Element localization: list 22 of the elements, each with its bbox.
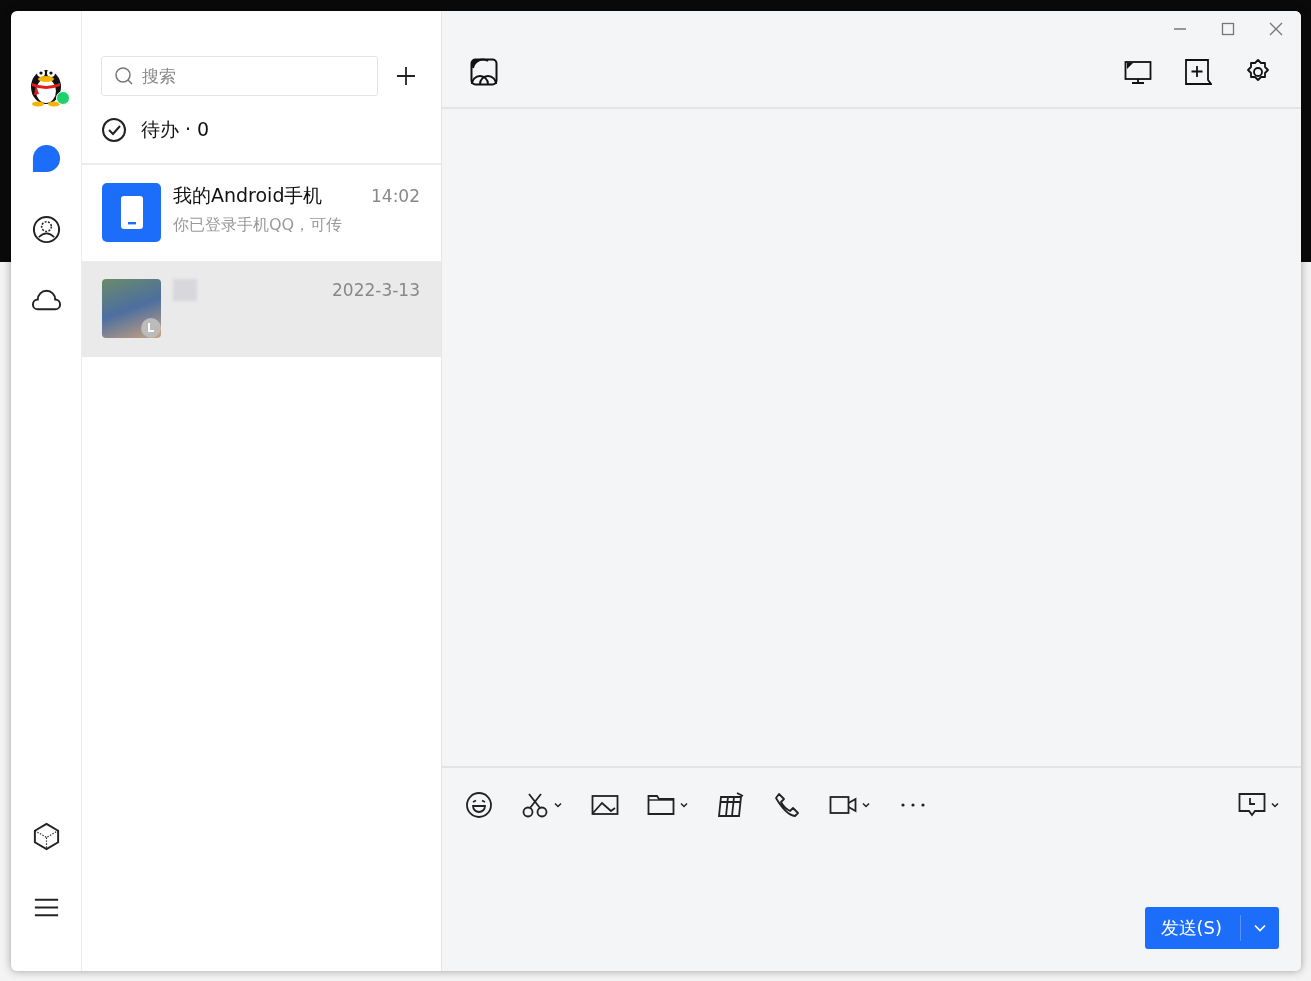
gift-box-icon[interactable] bbox=[717, 790, 745, 819]
add-member-icon[interactable] bbox=[1184, 57, 1212, 86]
conversation-time: 14:02 bbox=[371, 186, 420, 206]
phone-avatar-icon bbox=[102, 183, 161, 242]
clock-badge-icon bbox=[141, 318, 161, 338]
emoji-icon[interactable] bbox=[465, 790, 493, 819]
phone-icon[interactable] bbox=[773, 790, 801, 819]
conversation-time: 2022-3-13 bbox=[332, 280, 420, 300]
photo-placeholder bbox=[102, 279, 161, 338]
conversation-name: 我的Android手机 bbox=[173, 183, 323, 208]
message-preview: 你已登录手机QQ，可传 bbox=[173, 215, 344, 236]
chat-history-icon[interactable] bbox=[1238, 790, 1266, 819]
search-field[interactable]: 搜索 bbox=[101, 56, 378, 96]
search-icon bbox=[114, 66, 134, 86]
group-photo-icon[interactable] bbox=[470, 57, 498, 86]
close-icon[interactable] bbox=[1269, 22, 1283, 36]
plus-icon[interactable] bbox=[396, 66, 416, 86]
contacts-icon[interactable] bbox=[30, 214, 62, 245]
check-circle-icon[interactable] bbox=[101, 116, 127, 143]
maximize-icon[interactable] bbox=[1221, 22, 1235, 36]
todo-label[interactable]: 待办 · 0 bbox=[141, 116, 210, 143]
chat-bubble-icon[interactable] bbox=[30, 143, 62, 174]
